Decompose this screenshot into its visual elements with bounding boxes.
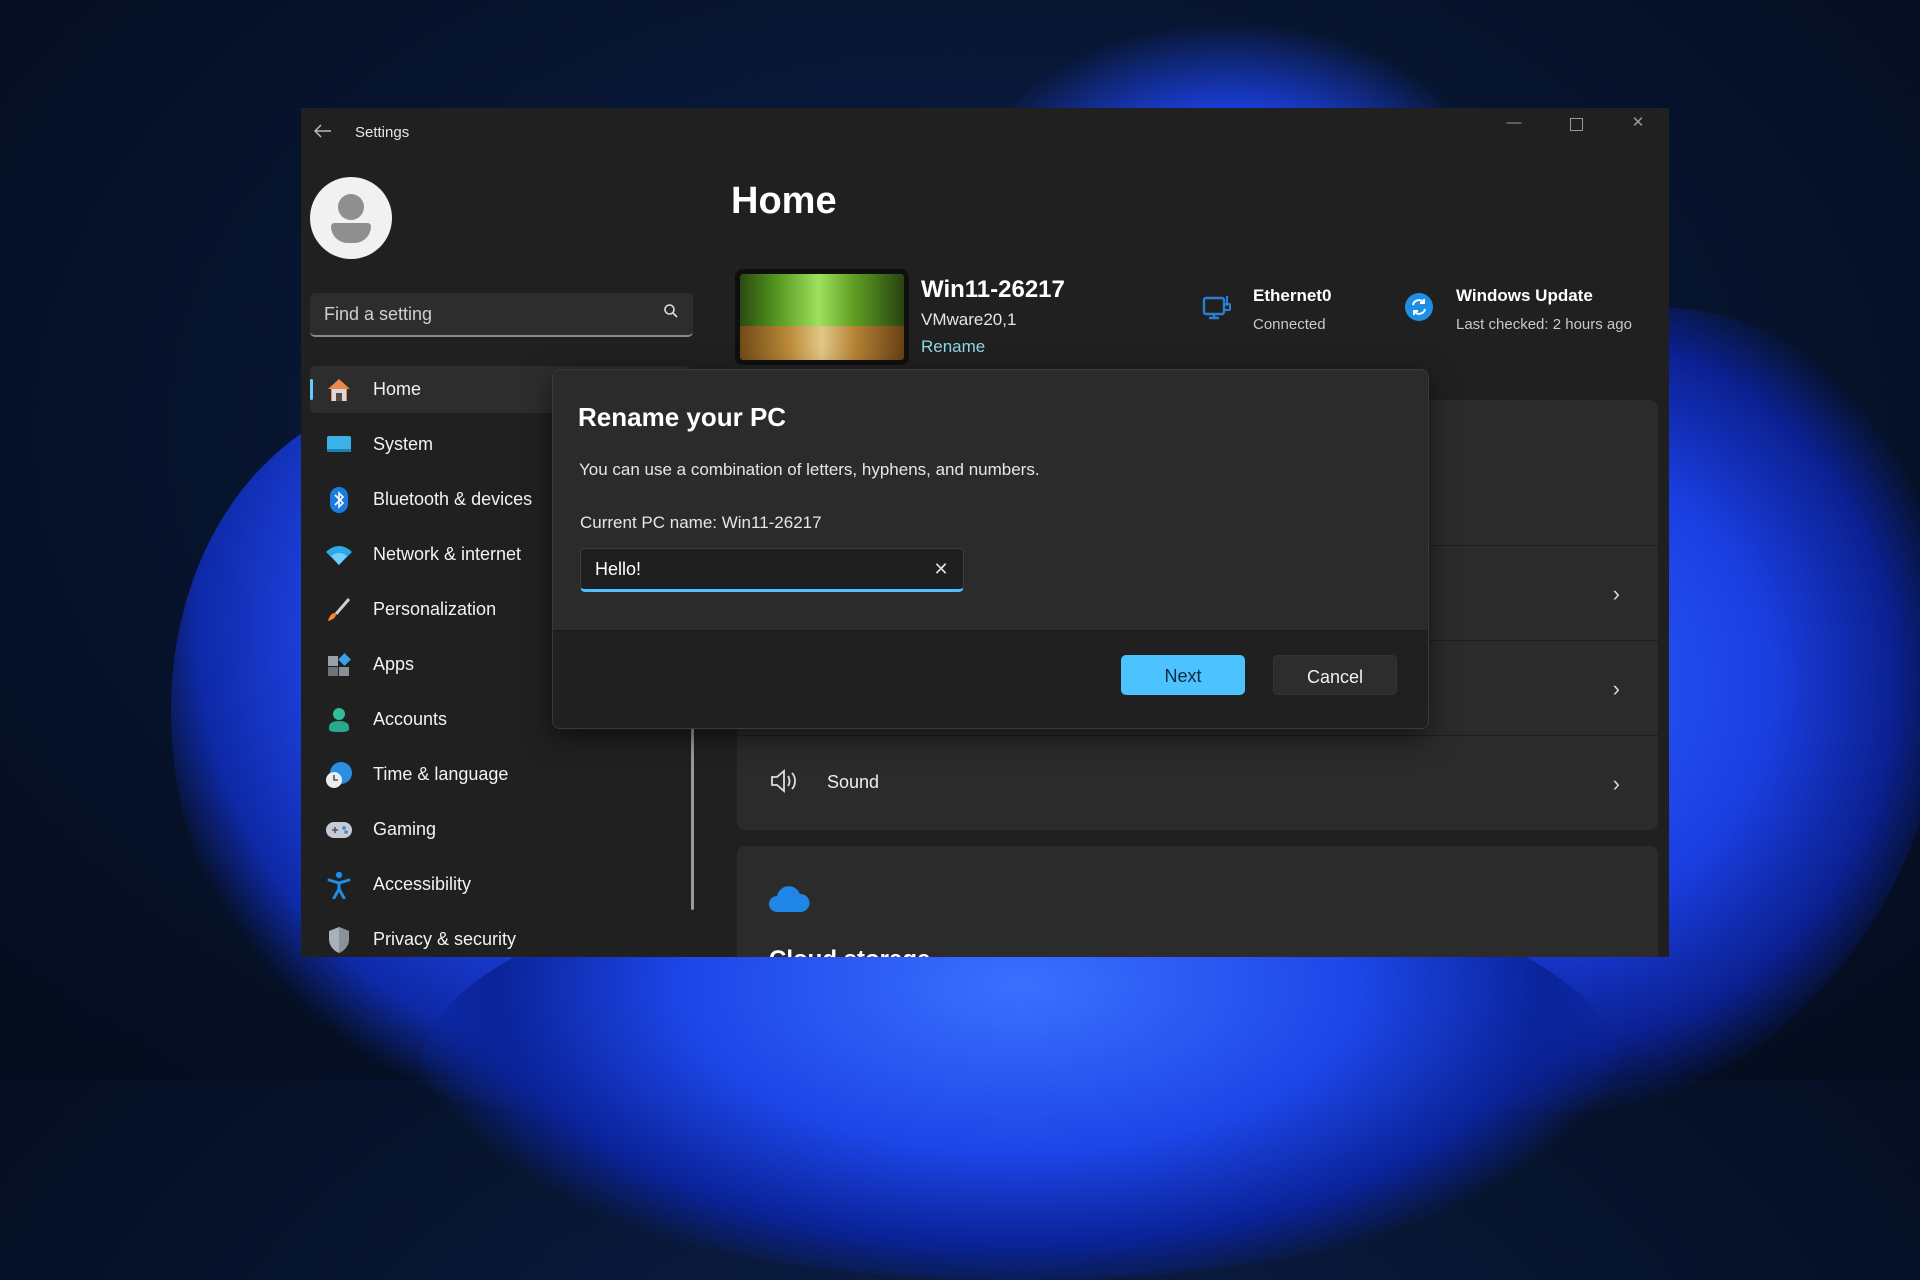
sidebar-item-label: System (373, 434, 434, 454)
system-icon (325, 431, 353, 459)
sidebar-item-label: Accounts (373, 709, 448, 729)
cancel-button[interactable]: Cancel (1273, 655, 1397, 695)
cloud-storage-card[interactable]: Cloud storage (737, 846, 1658, 957)
network-status[interactable]: Ethernet0 Connected (1201, 286, 1331, 333)
back-button[interactable] (309, 118, 337, 146)
sidebar-item-label: Home (373, 379, 422, 399)
network-name: Ethernet0 (1253, 286, 1332, 305)
speaker-icon (769, 768, 799, 799)
sidebar-item-privacy[interactable]: Privacy & security (310, 916, 690, 957)
clear-input-button[interactable]: ✕ (929, 557, 953, 581)
dialog-title: Rename your PC (578, 402, 787, 432)
bluetooth-icon (325, 486, 353, 514)
current-pc-name: Current PC name: Win11-26217 (580, 513, 822, 532)
minimize-icon: — (1506, 114, 1522, 131)
user-avatar[interactable] (310, 177, 392, 259)
sidebar-item-label: Time & language (373, 764, 509, 784)
sidebar-item-label: Privacy & security (373, 929, 517, 949)
sidebar-item-label: Apps (373, 654, 415, 674)
time-language-icon (325, 761, 353, 789)
sidebar-item-accessibility[interactable]: Accessibility (310, 861, 690, 908)
app-title: Settings (355, 124, 410, 141)
close-button[interactable]: ✕ (1607, 108, 1669, 144)
search-box (310, 293, 693, 337)
search-icon[interactable] (663, 303, 679, 324)
close-icon: ✕ (1631, 114, 1645, 131)
chevron-right-icon: › (1612, 676, 1620, 701)
next-button[interactable]: Next (1121, 655, 1245, 695)
windows-update-last-checked: Last checked: 2 hours ago (1456, 316, 1632, 333)
new-name-input[interactable] (581, 549, 927, 589)
device-name: Win11-26217 (921, 276, 1065, 303)
cloud-icon (767, 884, 811, 919)
sidebar-item-time-language[interactable]: Time & language (310, 751, 690, 798)
maximize-button[interactable] (1545, 108, 1607, 144)
brush-icon (325, 596, 353, 624)
accounts-icon (325, 706, 353, 734)
sidebar-item-label: Accessibility (373, 874, 472, 894)
sidebar-scrollbar[interactable] (691, 727, 694, 910)
chevron-right-icon: › (1612, 581, 1620, 606)
device-wallpaper-thumbnail (735, 269, 909, 365)
page-title: Home (731, 180, 837, 222)
windows-update-title: Windows Update (1456, 286, 1593, 305)
search-input[interactable] (310, 293, 656, 335)
gaming-icon (325, 816, 353, 844)
sidebar-item-gaming[interactable]: Gaming (310, 806, 690, 853)
sound-row[interactable]: Sound › (737, 736, 1658, 830)
sidebar-item-label: Bluetooth & devices (373, 489, 533, 509)
sidebar-item-label: Network & internet (373, 544, 522, 564)
apps-icon (325, 651, 353, 679)
sidebar-item-label: Personalization (373, 599, 497, 619)
home-icon (325, 376, 353, 404)
rename-pc-dialog: Rename your PC You can use a combination… (552, 369, 1429, 729)
avatar-body (331, 223, 371, 243)
chevron-right-icon: › (1612, 771, 1620, 796)
new-name-field: ✕ (580, 548, 964, 592)
device-model: VMware20,1 (921, 310, 1017, 329)
maximize-icon (1569, 118, 1583, 131)
network-state: Connected (1253, 316, 1326, 333)
sound-label: Sound (827, 772, 880, 792)
wifi-icon (325, 541, 353, 569)
cloud-storage-title: Cloud storage (769, 946, 930, 957)
windows-update-status[interactable]: Windows Update Last checked: 2 hours ago (1404, 286, 1632, 333)
ethernet-icon (1201, 292, 1237, 328)
shield-icon (325, 926, 353, 954)
minimize-button[interactable]: — (1483, 108, 1545, 144)
title-bar: Settings — ✕ (301, 108, 1669, 156)
sidebar-item-label: Gaming (373, 819, 437, 839)
dialog-footer: Next Cancel (553, 630, 1428, 728)
accessibility-icon (325, 871, 353, 899)
avatar-head (338, 194, 364, 220)
rename-link[interactable]: Rename (921, 337, 985, 357)
sync-icon (1404, 292, 1440, 328)
close-icon: ✕ (933, 559, 949, 579)
dialog-description: You can use a combination of letters, hy… (579, 460, 1040, 479)
arrow-left-icon (313, 124, 331, 138)
